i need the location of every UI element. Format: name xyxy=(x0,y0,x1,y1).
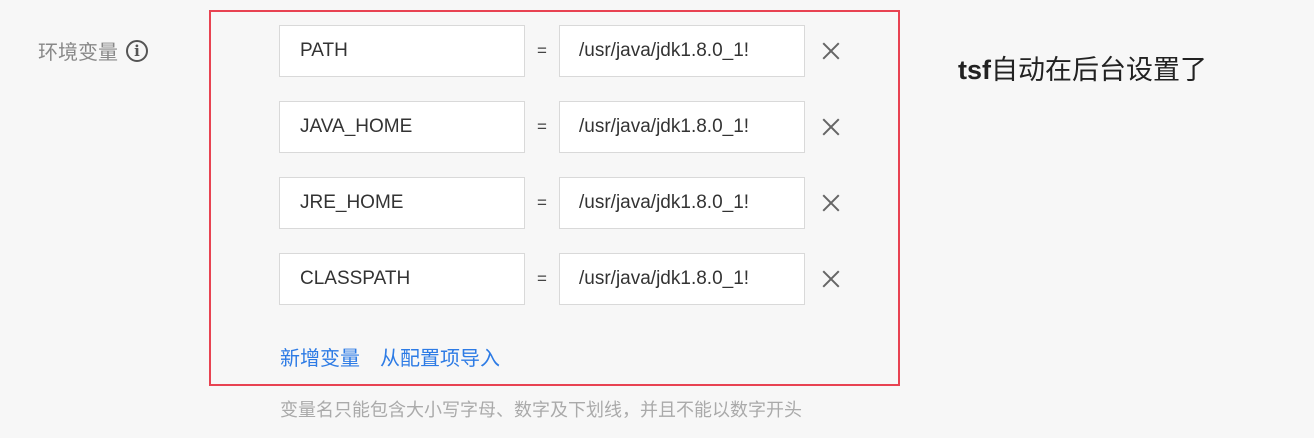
env-variable-actions: 新增变量 从配置项导入 xyxy=(280,342,500,371)
variable-name-input[interactable]: JAVA_HOME xyxy=(279,101,525,153)
env-variables-label-text: 环境变量 xyxy=(38,42,118,64)
env-variable-list: PATH = /usr/java/jdk1.8.0_1! JAVA_HOME =… xyxy=(279,25,845,329)
annotation-note: tsf自动在后台设置了 xyxy=(958,48,1207,87)
equals-sign: = xyxy=(537,193,547,212)
equals-sign: = xyxy=(537,269,547,288)
annotation-note-text: 自动在后台设置了 xyxy=(991,55,1207,86)
variable-name-input[interactable]: JRE_HOME xyxy=(279,177,525,229)
variable-name-hint: 变量名只能包含大小写字母、数字及下划线，并且不能以数字开头 xyxy=(280,400,802,420)
env-variable-row: JRE_HOME = /usr/java/jdk1.8.0_1! xyxy=(279,177,845,229)
equals-sign: = xyxy=(537,117,547,136)
env-variable-row: JAVA_HOME = /usr/java/jdk1.8.0_1! xyxy=(279,101,845,153)
remove-row-close-icon[interactable] xyxy=(817,37,845,65)
variable-value-input[interactable]: /usr/java/jdk1.8.0_1! xyxy=(559,25,805,77)
remove-row-close-icon[interactable] xyxy=(817,189,845,217)
remove-row-close-icon[interactable] xyxy=(817,113,845,141)
env-variables-label: 环境变量 i xyxy=(38,36,148,65)
equals-sign: = xyxy=(537,41,547,60)
variable-name-input[interactable]: CLASSPATH xyxy=(279,253,525,305)
variable-name-input[interactable]: PATH xyxy=(279,25,525,77)
variable-value-input[interactable]: /usr/java/jdk1.8.0_1! xyxy=(559,177,805,229)
info-circle-icon[interactable]: i xyxy=(126,39,148,62)
env-variable-row: CLASSPATH = /usr/java/jdk1.8.0_1! xyxy=(279,253,845,305)
remove-row-close-icon[interactable] xyxy=(817,265,845,293)
env-variable-row: PATH = /usr/java/jdk1.8.0_1! xyxy=(279,25,845,77)
import-from-config-link[interactable]: 从配置项导入 xyxy=(380,342,500,371)
variable-value-input[interactable]: /usr/java/jdk1.8.0_1! xyxy=(559,253,805,305)
variable-value-input[interactable]: /usr/java/jdk1.8.0_1! xyxy=(559,101,805,153)
add-variable-link[interactable]: 新增变量 xyxy=(280,342,360,371)
annotation-note-prefix: tsf xyxy=(958,55,991,85)
